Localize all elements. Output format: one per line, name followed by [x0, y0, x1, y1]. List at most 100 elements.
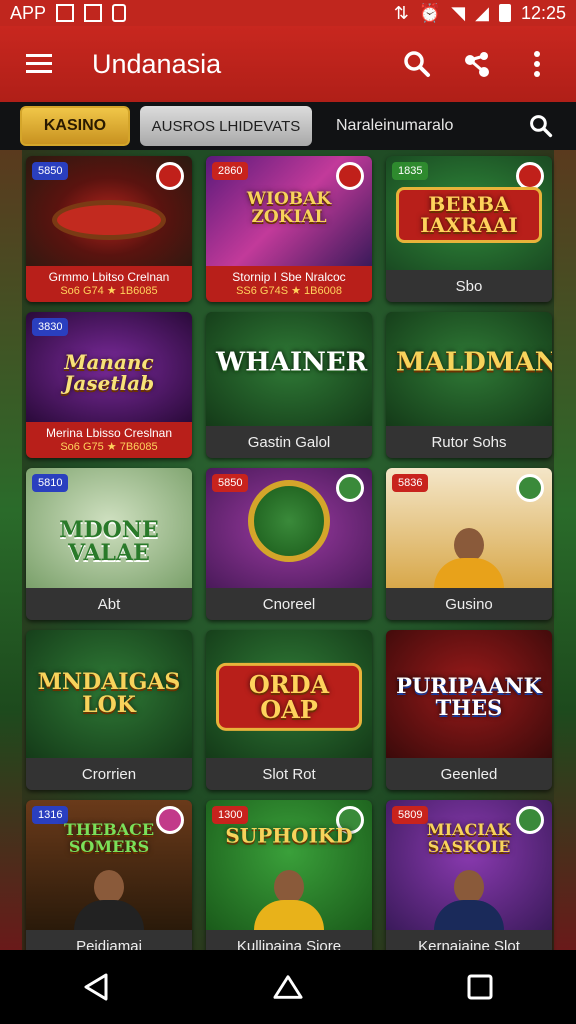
game-badge: 1835	[392, 162, 429, 180]
tab-kasino[interactable]: KASINO	[20, 106, 130, 146]
game-stats: So6 G75 ★ 7B6085	[60, 440, 158, 453]
game-stats: SS6 G74S ★ 1B6008	[236, 284, 342, 297]
game-name: Kernaiaine Slot	[386, 930, 552, 950]
share-icon[interactable]	[462, 49, 492, 79]
game-tile[interactable]: MALDMAND Rutor Sohs	[386, 312, 552, 458]
game-art-title: THEBACE SOMERS	[63, 820, 155, 856]
tab-ausros[interactable]: AUSROS LHIDEVATS	[140, 106, 312, 146]
app-bar: Undanasia	[0, 26, 576, 102]
person-image	[434, 870, 504, 930]
game-label: Stornip I Sbe Nralcoc SS6 G74S ★ 1B6008	[206, 266, 372, 302]
game-name: Grmmo Lbitso Crelnan	[48, 269, 170, 284]
game-art: 2860 WIOBAK ZOKIAL	[206, 156, 372, 266]
game-tile[interactable]: 5809 MIACIAK SASKOIE Kernaiaine Slot	[386, 800, 552, 950]
clock: 12:25	[520, 2, 566, 23]
game-art: 1300 SUPHOIKD	[206, 800, 372, 930]
game-badge: 5836	[392, 474, 429, 492]
game-tile[interactable]: WHAINER Gastin Galol	[206, 312, 372, 458]
game-tile[interactable]: 1835 BERBA IAXRAAI Sbo	[386, 156, 552, 302]
chip-icon[interactable]	[516, 162, 544, 190]
game-art: PURIPAANK THES	[386, 630, 552, 758]
signal-icon: ◢	[475, 2, 489, 23]
chip-icon[interactable]	[516, 474, 544, 502]
game-name: Sbo	[386, 270, 552, 302]
game-art-title: ORDA OAP	[216, 662, 362, 731]
game-art-title: MIACIAK SASKOIE	[426, 820, 512, 856]
vibrate-icon: ⇅	[393, 2, 409, 23]
search-icon[interactable]	[402, 49, 432, 79]
game-tile[interactable]: 1316 THEBACE SOMERS Peidiamai	[26, 800, 192, 950]
chip-icon[interactable]	[156, 162, 184, 190]
game-art: ORDA OAP	[206, 630, 372, 758]
game-tile[interactable]: ORDA OAP Slot Rot	[206, 630, 372, 790]
game-tile[interactable]: 5810 MDONE VALAE Abt	[26, 468, 192, 620]
chip-icon[interactable]	[336, 162, 364, 190]
wifi-icon: ◥	[451, 2, 466, 23]
game-badge: 2860	[212, 162, 249, 180]
app-title: Undanasia	[92, 48, 222, 79]
game-name: Stornip I Sbe Nralcoc	[232, 269, 346, 284]
game-art-title: SUPHOIKD	[225, 823, 353, 848]
menu-icon[interactable]	[24, 49, 54, 79]
game-badge: 5810	[32, 474, 69, 492]
game-name: Rutor Sohs	[386, 426, 552, 458]
notification-icon	[56, 4, 75, 22]
category-tabs: KASINO AUSROS LHIDEVATS Naraleinumaralo	[0, 102, 576, 150]
game-art: 5850	[26, 156, 192, 266]
game-name: Gastin Galol	[206, 426, 372, 458]
tab-naraleinumaralo[interactable]: Naraleinumaralo	[336, 117, 453, 135]
game-tile[interactable]: 2860 WIOBAK ZOKIAL Stornip I Sbe Nralcoc…	[206, 156, 372, 302]
game-art-title: WHAINER	[216, 347, 368, 378]
person-image	[74, 870, 144, 930]
game-name: Geenled	[386, 758, 552, 790]
game-badge: 1300	[212, 806, 249, 824]
game-label: Grmmo Lbitso Crelnan So6 G74 ★ 1B6085	[26, 266, 192, 302]
tab-search-icon[interactable]	[526, 111, 556, 141]
game-grid: 5850 Grmmo Lbitso Crelnan So6 G74 ★ 1B60…	[26, 156, 552, 950]
game-art-title: PURIPAANK THES	[396, 672, 542, 720]
game-name: Crorrien	[26, 758, 192, 790]
game-art: 1316 THEBACE SOMERS	[26, 800, 192, 930]
game-art-title: MDONE VALAE	[59, 517, 159, 567]
game-badge: 5850	[212, 474, 249, 492]
back-icon[interactable]	[81, 972, 111, 1002]
game-label: Merina Lbisso Creslnan So6 G75 ★ 7B6085	[26, 422, 192, 458]
status-bar: APP ⇅ ⏰ ◥ ◢ 12:25	[0, 0, 576, 26]
game-art-title: MALDMAND	[396, 347, 552, 378]
game-badge: 5850	[32, 162, 69, 180]
game-name: Abt	[26, 588, 192, 620]
game-name: Gusino	[386, 588, 552, 620]
recents-icon[interactable]	[465, 972, 495, 1002]
game-art: 5809 MIACIAK SASKOIE	[386, 800, 552, 930]
game-tile[interactable]: 5850 Grmmo Lbitso Crelnan So6 G74 ★ 1B60…	[26, 156, 192, 302]
home-icon[interactable]	[273, 972, 303, 1002]
person-image	[434, 528, 504, 588]
roulette-wheel-icon	[248, 480, 330, 562]
decor-right	[554, 150, 576, 950]
game-art-title: WIOBAK ZOKIAL	[246, 188, 332, 227]
game-tile[interactable]: PURIPAANK THES Geenled	[386, 630, 552, 790]
game-art-title: MNDAIGAS LOK	[37, 668, 181, 718]
game-art: 5850	[206, 468, 372, 588]
alarm-icon: ⏰	[418, 2, 442, 23]
game-tile[interactable]: MNDAIGAS LOK Crorrien	[26, 630, 192, 790]
game-tile[interactable]: 1300 SUPHOIKD Kullipaina Siore	[206, 800, 372, 950]
game-art: 3830 Mananc Jasetlab	[26, 312, 192, 422]
more-options-icon[interactable]	[522, 49, 552, 79]
roulette-table-icon	[52, 200, 166, 240]
game-name: Peidiamai	[26, 930, 192, 950]
chip-icon[interactable]	[336, 474, 364, 502]
game-lobby: 5850 Grmmo Lbitso Crelnan So6 G74 ★ 1B60…	[0, 150, 576, 950]
game-badge: 3830	[32, 318, 69, 336]
game-tile[interactable]: 5850 Cnoreel	[206, 468, 372, 620]
game-stats: So6 G74 ★ 1B6085	[60, 284, 158, 297]
game-tile[interactable]: 5836 Gusino	[386, 468, 552, 620]
game-tile[interactable]: 3830 Mananc Jasetlab Merina Lbisso Cresl…	[26, 312, 192, 458]
game-name: Slot Rot	[206, 758, 372, 790]
game-art-title: BERBA IAXRAAI	[396, 187, 542, 244]
decor-left	[0, 150, 22, 950]
game-art: 1835 BERBA IAXRAAI	[386, 156, 552, 270]
download-icon	[84, 4, 103, 22]
system-nav-bar	[0, 950, 576, 1024]
game-name: Kullipaina Siore	[206, 930, 372, 950]
